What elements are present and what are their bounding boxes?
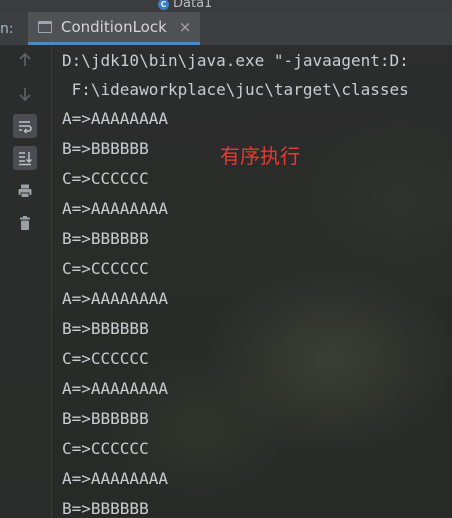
output-line: C=>CCCCCC <box>62 259 149 278</box>
console-toolbar <box>0 46 52 518</box>
tab-condition-lock[interactable]: ConditionLock × <box>28 12 200 45</box>
output-line: A=>AAAAAAAA <box>62 109 168 128</box>
output-line: B=>BBBBBB <box>62 229 149 248</box>
command-line: D:\jdk10\bin\java.exe "-javaagent:D: <box>62 51 409 70</box>
close-icon[interactable]: × <box>179 18 192 36</box>
trash-icon[interactable] <box>13 211 37 235</box>
run-tool-window-header: n: ConditionLock × <box>0 12 452 46</box>
editor-file-tab[interactable]: C Data1 <box>158 0 212 11</box>
output-line: A=>AAAAAAAA <box>62 199 168 218</box>
arrow-down-icon[interactable] <box>13 82 37 106</box>
classpath-line: F:\ideaworkplace\juc\target\classes <box>62 80 409 99</box>
annotation-text: 有序执行 <box>220 144 300 168</box>
arrow-up-icon[interactable] <box>13 48 37 72</box>
tab-label: ConditionLock <box>61 18 167 36</box>
output-line: A=>AAAAAAAA <box>62 289 168 308</box>
output-line: B=>BBBBBB <box>62 409 149 428</box>
output-line: C=>CCCCCC <box>62 349 149 368</box>
scroll-to-end-icon[interactable] <box>13 146 37 170</box>
console-output[interactable]: D:\jdk10\bin\java.exe "-javaagent:D: F:\… <box>62 46 452 518</box>
output-line: A=>AAAAAAAA <box>62 469 168 488</box>
output-line: B=>BBBBBB <box>62 499 149 518</box>
output-line: B=>BBBBBB <box>62 319 149 338</box>
print-icon[interactable] <box>13 179 37 203</box>
soft-wrap-icon[interactable] <box>13 114 37 138</box>
output-line: B=>BBBBBB <box>62 139 149 158</box>
output-line: C=>CCCCCC <box>62 439 149 458</box>
output-line: A=>AAAAAAAA <box>62 379 168 398</box>
class-file-icon: C <box>158 0 169 10</box>
editor-file-label: Data1 <box>173 0 213 11</box>
run-label: n: <box>0 21 14 37</box>
run-config-icon <box>38 21 52 33</box>
ide-run-window: C Data1 n: ConditionLock × D:\jdk10\bin\… <box>0 0 452 518</box>
output-line: C=>CCCCCC <box>62 169 149 188</box>
